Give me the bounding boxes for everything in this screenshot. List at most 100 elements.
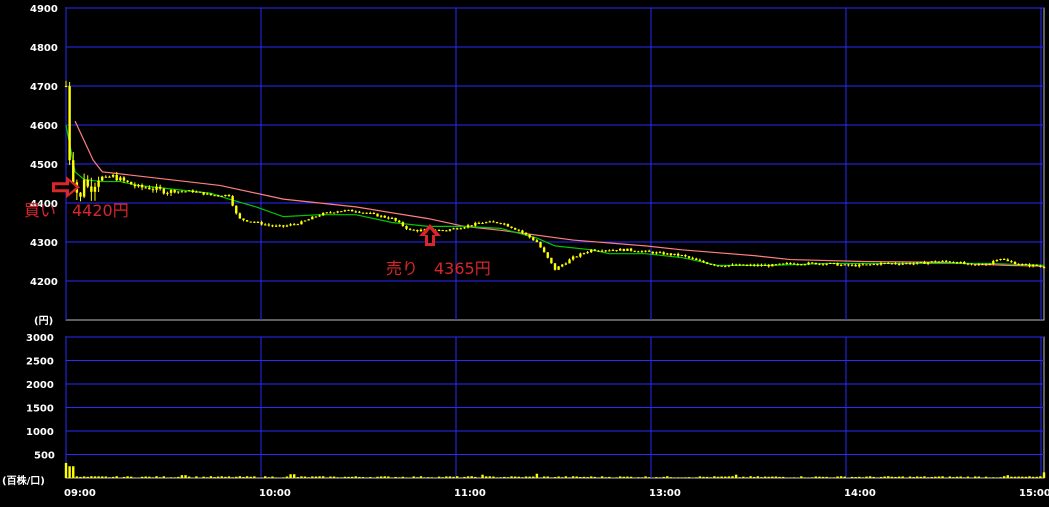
candle-body [557,266,559,269]
volume-bar [362,477,364,478]
volume-y-tick-label: 3000 [26,333,54,344]
candle-body [300,221,302,224]
x-tick-label: 15:00 [1019,488,1049,499]
volume-bar [793,477,795,478]
candle-body [894,263,896,264]
candle-body [101,177,103,181]
candle-body [358,212,360,213]
candle-body [347,210,349,211]
volume-bar [764,477,766,478]
volume-bar [840,476,842,478]
candle-body [362,213,364,214]
candle-body [492,221,494,222]
candle-body [373,213,375,214]
volume-bar [1010,477,1012,478]
candle-body [992,261,994,264]
candle-body [1007,260,1009,262]
volume-bar [449,476,451,478]
candle-body [253,222,255,223]
candle-body [800,264,802,265]
volume-bar [297,477,299,478]
volume-bar [286,476,288,478]
candle-body [771,264,773,266]
volume-bar [264,476,266,478]
candle-body [945,261,947,262]
volume-bar [605,477,607,478]
volume-bar [662,477,664,478]
candle-body [112,175,114,177]
candle-body [891,263,893,264]
volume-bar [800,476,802,478]
volume-bar [456,476,458,478]
candle-body [605,250,607,251]
volume-bar [275,477,277,478]
candle-body [934,261,936,262]
candle-body [485,222,487,223]
volume-bar [224,477,226,478]
candle-body [561,265,563,267]
candle-body [568,259,570,263]
candle-body [224,195,226,196]
candle-body [956,262,958,263]
volume-bar [300,476,302,478]
candle-body [829,263,831,264]
candle-body [152,189,154,190]
volume-bar [405,477,407,478]
candle-body [242,218,244,220]
volume-bar [148,477,150,478]
volume-bar [988,477,990,478]
volume-bar [65,463,67,478]
candle-body [217,195,219,196]
candle-body [691,258,693,259]
candle-body [670,253,672,255]
volume-bar [460,477,462,478]
candle-body [68,86,70,160]
volume-bar [235,477,237,478]
candle-body [876,264,878,265]
candle-body [94,187,96,192]
volume-bar [101,476,103,478]
volume-bar [213,477,215,478]
volume-bar [547,476,549,478]
volume-bar [815,476,817,478]
candle-body [1003,259,1005,260]
candle-body [963,262,965,264]
candle-body [804,264,806,265]
volume-bar [228,476,230,478]
volume-bar [391,477,393,478]
candle-body [702,261,704,263]
volume-bar [398,477,400,478]
volume-bar [1028,476,1030,478]
volume-bar [130,477,132,478]
volume-bar [539,477,541,478]
volume-y-tick-label: 500 [34,451,55,462]
candle-body [144,187,146,188]
volume-bar [438,477,440,478]
volume-bar [623,477,625,478]
volume-bar [757,476,759,478]
volume-bar [340,477,342,478]
candle-body [376,214,378,217]
candle-body [742,264,744,265]
volume-bar [735,475,737,478]
candle-body [844,264,846,265]
candle-body [1028,265,1030,267]
volume-bar [902,476,904,478]
candle-body [398,221,400,222]
volume-bar [706,477,708,478]
candle-body [775,264,777,265]
candle-body [452,228,454,229]
volume-bar [293,474,295,478]
volume-bar [347,477,349,478]
price-y-tick-label: 4800 [30,43,58,54]
volume-bar [688,477,690,478]
candle-body [905,263,907,264]
candle-body [83,180,85,197]
buy-annotation-label: 買い 4420円 [24,201,129,220]
volume-bar [836,476,838,478]
volume-bar [413,476,415,478]
candle-body [387,218,389,219]
volume-bar [869,476,871,478]
price-y-tick-label: 4900 [30,4,58,15]
candle-body [543,247,545,252]
